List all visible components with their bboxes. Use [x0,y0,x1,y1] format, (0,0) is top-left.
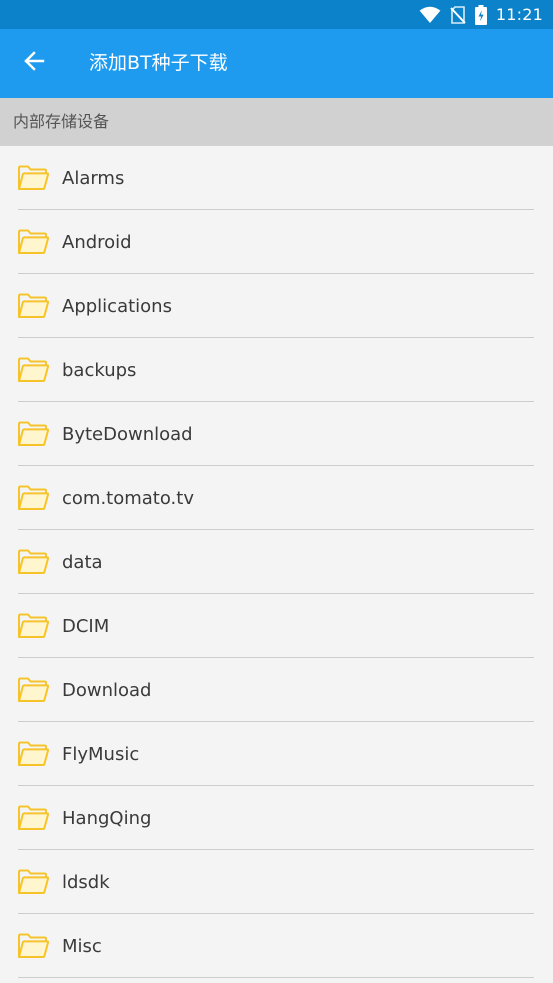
folder-name: com.tomato.tv [62,488,194,509]
back-button[interactable] [14,43,54,83]
folder-row[interactable]: ldsdk [0,850,553,914]
status-bar: 11:21 [0,0,553,29]
folder-row[interactable]: Misc [0,914,553,978]
arrow-left-icon [23,50,45,76]
folder-name: Download [62,680,152,701]
folder-icon [17,357,49,383]
folder-icon [17,293,49,319]
folder-name: backups [62,360,137,381]
folder-row[interactable]: backups [0,338,553,402]
folder-row[interactable]: data [0,530,553,594]
folder-row[interactable]: DCIM [0,594,553,658]
no-sim-icon [450,5,466,24]
app-bar: 添加BT种子下载 [0,29,553,98]
folder-icon [17,613,49,639]
battery-charging-icon [474,4,487,25]
folder-row[interactable]: Android [0,210,553,274]
folder-list[interactable]: Alarms Android Applications backups ByteDown… [0,146,553,983]
folder-name: Android [62,232,132,253]
folder-name: FlyMusic [62,744,140,765]
folder-row[interactable]: Download [0,658,553,722]
folder-row[interactable]: FlyMusic [0,722,553,786]
folder-name: DCIM [62,616,110,637]
folder-icon [17,421,49,447]
folder-row[interactable]: HangQing [0,786,553,850]
folder-icon [17,805,49,831]
folder-name: Applications [62,296,172,317]
folder-row[interactable]: Alarms [0,146,553,210]
folder-name: data [62,552,103,573]
folder-icon [17,677,49,703]
storage-section-header: 内部存储设备 [0,98,553,146]
folder-icon [17,485,49,511]
folder-name: ByteDownload [62,424,193,445]
folder-row[interactable]: Applications [0,274,553,338]
folder-row[interactable]: com.tomato.tv [0,466,553,530]
status-clock: 11:21 [495,5,543,24]
wifi-icon [419,6,441,24]
status-icons: 11:21 [419,0,543,29]
folder-icon [17,549,49,575]
folder-name: HangQing [62,808,152,829]
folder-name: Alarms [62,168,125,189]
folder-icon [17,165,49,191]
folder-icon [17,869,49,895]
page-title: 添加BT种子下载 [89,52,228,74]
folder-icon [17,229,49,255]
folder-name: ldsdk [62,872,110,893]
folder-icon [17,741,49,767]
folder-icon [17,933,49,959]
folder-row[interactable]: ByteDownload [0,402,553,466]
folder-name: Misc [62,936,102,957]
